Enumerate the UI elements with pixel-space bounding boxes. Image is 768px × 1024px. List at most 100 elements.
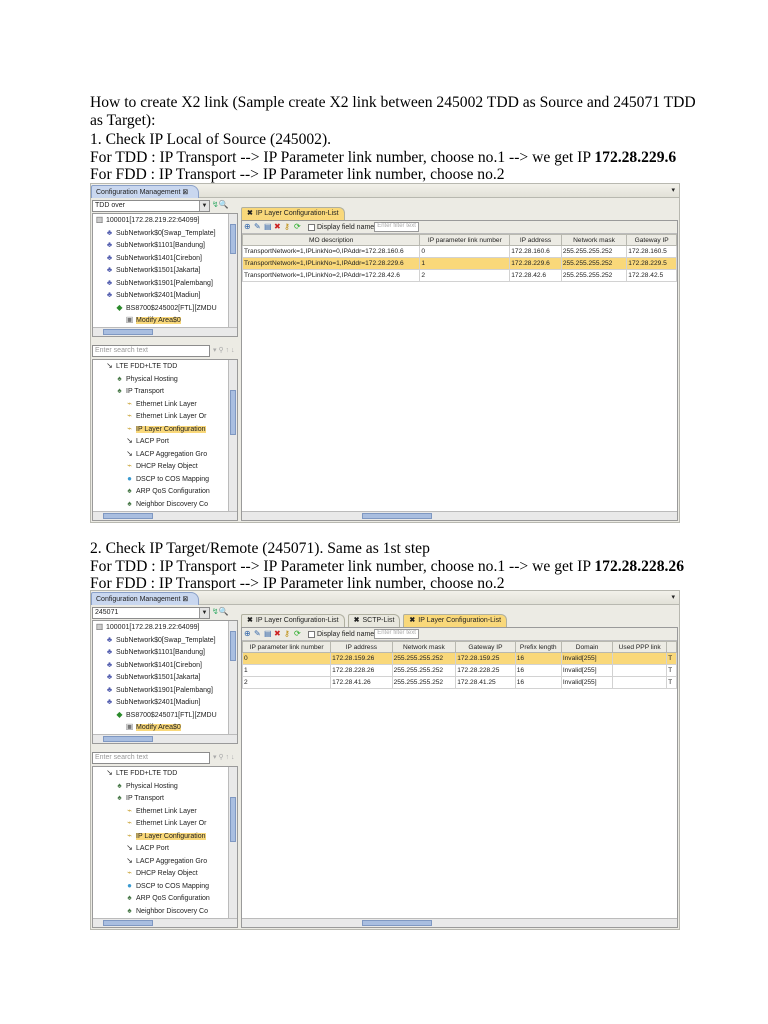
delete-icon[interactable]: ✖ (274, 629, 284, 638)
scroll-thumb[interactable] (230, 390, 236, 435)
refresh-icon[interactable]: ⟳ (294, 629, 304, 638)
network-tree[interactable]: ▥ 100001[172.28.219.22:64099] ♣ SubNetwork$… (92, 213, 238, 337)
tree-node[interactable]: ♠ ARP QoS Configuration (93, 485, 237, 498)
menu-arrow-icon[interactable]: ▾ (671, 593, 675, 601)
tree-node[interactable]: ▣ Modify Area$0 (93, 721, 237, 734)
tree-node[interactable]: ⌁ IP Layer Configuration (93, 423, 237, 436)
chevron-down-icon[interactable]: ▼ (199, 608, 209, 618)
table-row[interactable]: 0 172.28.159.26 255.255.255.252 172.28.159.… (241, 652, 677, 665)
tree-node[interactable]: ⌁ Ethernet Link Layer (93, 805, 237, 818)
view-icon[interactable]: ▤ (264, 629, 274, 638)
filter-input[interactable]: Enter filter text (374, 222, 420, 233)
tree-node[interactable]: ↘ LTE FDD+LTE TDD (93, 360, 237, 373)
scroll-thumb[interactable] (103, 920, 153, 926)
toolbar-icons[interactable]: ↯🔍 (212, 200, 229, 209)
delete-icon[interactable]: ✖ (274, 222, 284, 231)
tree-node[interactable]: ◆ BS8700$245002[FTL][ZMDU (93, 302, 237, 315)
tree-node[interactable]: ♠ Physical Hosting (93, 780, 237, 793)
tree-node[interactable]: ▥ 100001[172.28.219.22:64099] (93, 214, 237, 227)
tree-node[interactable]: ⌁ DHCP Relay Object (93, 867, 237, 880)
column-header[interactable]: IP parameter link number (241, 641, 332, 653)
tab-list[interactable]: ✖ SCTP-List (347, 614, 401, 627)
tree-node[interactable]: ♣ SubNetwork$1401[Cirebon] (93, 252, 237, 265)
view-tab[interactable]: Configuration Management ⊠ (91, 185, 199, 198)
column-header[interactable]: MO description (241, 234, 421, 246)
tree-node[interactable]: ♠ Physical Hosting (93, 373, 237, 386)
horizontal-scrollbar[interactable] (93, 327, 237, 336)
scroll-thumb[interactable] (103, 513, 153, 519)
column-header[interactable]: Domain (560, 641, 614, 653)
search-input[interactable]: Enter search text (92, 345, 210, 357)
display-field-name-checkbox[interactable] (308, 223, 315, 231)
edit-icon[interactable]: ✎ (254, 222, 264, 231)
horizontal-scrollbar[interactable] (93, 511, 237, 520)
key-icon[interactable]: ⚷ (284, 222, 294, 231)
tree-node[interactable]: ♠ IP Transport (93, 385, 237, 398)
tree-node[interactable]: ♣ SubNetwork$1501[Jakarta] (93, 264, 237, 277)
tree-node[interactable]: ♣ SubNetwork$1101[Bandung] (93, 239, 237, 252)
horizontal-scrollbar[interactable] (242, 511, 677, 520)
horizontal-scrollbar[interactable] (93, 918, 237, 927)
horizontal-scrollbar[interactable] (242, 918, 677, 927)
tree-node[interactable]: ♣ SubNetwork$1901[Palembang] (93, 684, 237, 697)
scroll-thumb[interactable] (362, 920, 432, 926)
scroll-thumb[interactable] (362, 513, 432, 519)
tab-list[interactable]: ✖ IP Layer Configuration-List (403, 614, 508, 627)
tree-node[interactable]: ↘ LACP Aggregation Gro (93, 448, 237, 461)
column-header[interactable]: Network mask (391, 641, 457, 653)
refresh-icon[interactable]: ⟳ (294, 222, 304, 231)
tree-node[interactable]: ♣ SubNetwork$0[Swap_Template] (93, 634, 237, 647)
tree-node[interactable]: ♠ Neighbor Discovery Co (93, 905, 237, 918)
tree-node[interactable]: ▥ 100001[172.28.219.22:64099] (93, 621, 237, 634)
tree-node[interactable]: ⌁ IP Layer Configuration (93, 830, 237, 843)
horizontal-scrollbar[interactable] (93, 734, 237, 743)
column-header[interactable]: Prefix length (514, 641, 562, 653)
tree-node[interactable]: ↘ LACP Aggregation Gro (93, 855, 237, 868)
column-header[interactable]: IP address (509, 234, 562, 246)
close-tab-icon[interactable]: ✖ (247, 210, 253, 217)
tree-node[interactable]: ♣ SubNetwork$1501[Jakarta] (93, 671, 237, 684)
vertical-scrollbar[interactable] (228, 767, 237, 918)
function-tree[interactable]: ↘ LTE FDD+LTE TDD ♠ Physical Hosting ♠ IP Tra… (92, 359, 238, 521)
tree-node[interactable]: ⌁ Ethernet Link Layer Or (93, 410, 237, 423)
chevron-down-icon[interactable]: ▼ (199, 201, 209, 211)
scroll-thumb[interactable] (230, 631, 236, 661)
view-icon[interactable]: ▤ (264, 222, 274, 231)
tab-list[interactable]: ✖ IP Layer Configuration-List (241, 207, 345, 220)
tree-node[interactable]: ⌁ Ethernet Link Layer (93, 398, 237, 411)
tree-node[interactable]: ♣ SubNetwork$1901[Palembang] (93, 277, 237, 290)
tree-node[interactable]: ▣ Modify Area$0 (93, 314, 237, 327)
close-icon[interactable]: ⊠ (180, 596, 188, 603)
vertical-scrollbar[interactable] (228, 214, 237, 327)
table-row[interactable]: TransportNetwork=1,IPLinkNo=0,IPAddr=172… (241, 245, 677, 258)
tree-node[interactable]: ↘ LACP Port (93, 435, 237, 448)
vertical-scrollbar[interactable] (228, 360, 237, 511)
tree-node[interactable]: ♠ Neighbor Discovery Co (93, 498, 237, 511)
column-header[interactable]: Used PPP link (612, 641, 668, 653)
node-filter-combo[interactable]: 245071 ▼ (92, 607, 210, 619)
filter-input[interactable]: Enter filter text (374, 629, 420, 640)
key-icon[interactable]: ⚷ (284, 629, 294, 638)
column-header[interactable] (666, 641, 677, 653)
search-nav-icons[interactable]: ▾ ⚲ ↑ ↓ (213, 346, 234, 354)
column-header[interactable]: Network mask (560, 234, 628, 246)
menu-arrow-icon[interactable]: ▾ (671, 186, 675, 194)
tree-node[interactable]: ⌁ Ethernet Link Layer Or (93, 817, 237, 830)
tree-node[interactable]: ↘ LTE FDD+LTE TDD (93, 767, 237, 780)
tree-node[interactable]: ♣ SubNetwork$1401[Cirebon] (93, 659, 237, 672)
edit-icon[interactable]: ✎ (254, 629, 264, 638)
vertical-scrollbar[interactable] (228, 621, 237, 734)
close-tab-icon[interactable]: ✖ (354, 617, 360, 624)
add-icon[interactable]: ⊕ (244, 629, 254, 638)
tree-node[interactable]: ♣ SubNetwork$2401[Madiun] (93, 289, 237, 302)
scroll-thumb[interactable] (230, 797, 236, 842)
tree-node[interactable]: ◆ BS8700$245071[FTL][ZMDU (93, 709, 237, 722)
close-tab-icon[interactable]: ✖ (247, 617, 253, 624)
column-header[interactable]: IP parameter link number (419, 234, 511, 246)
node-filter-combo[interactable]: TDD over ▼ (92, 200, 210, 212)
network-tree[interactable]: ▥ 100001[172.28.219.22:64099] ♣ SubNetwork$… (92, 620, 238, 744)
column-header[interactable]: Gateway IP (626, 234, 677, 246)
view-tab[interactable]: Configuration Management ⊠ (91, 592, 199, 605)
tree-node[interactable]: ♣ SubNetwork$1101[Bandung] (93, 646, 237, 659)
search-input[interactable]: Enter search text (92, 752, 210, 764)
